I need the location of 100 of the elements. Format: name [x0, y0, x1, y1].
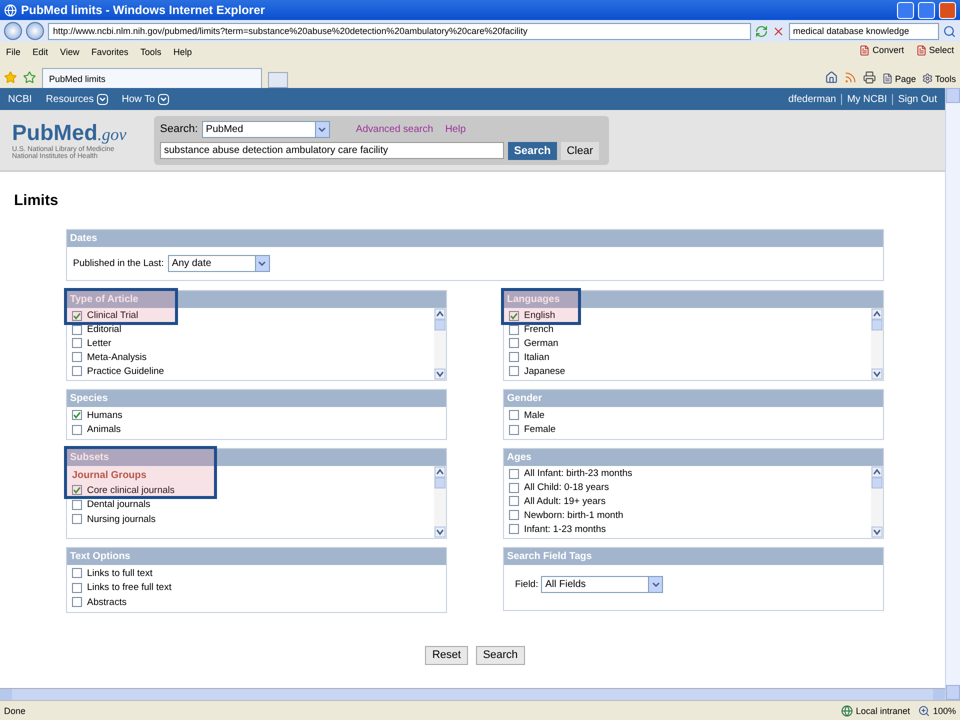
checkbox[interactable]	[509, 352, 519, 362]
checkbox[interactable]	[72, 485, 82, 496]
checkbox-label: Letter	[87, 338, 112, 349]
horizontal-scrollbar[interactable]	[0, 688, 945, 700]
scrollbar[interactable]	[871, 466, 883, 538]
toolbar-button[interactable]: Select	[928, 45, 954, 55]
settings-icon	[922, 73, 933, 84]
checkbox-label: Core clinical journals	[87, 484, 175, 496]
checkbox[interactable]	[72, 352, 82, 362]
scrollbar[interactable]	[434, 466, 446, 538]
page-title: Limits	[14, 192, 60, 209]
checkbox-label: Links to full text	[87, 568, 152, 579]
account-link[interactable]: My NCBI	[841, 94, 888, 104]
panel-title: Gender	[504, 390, 883, 407]
minimize-button[interactable]	[897, 2, 914, 18]
panel-title: Type of Article	[67, 291, 446, 308]
checkbox-label: Female	[524, 424, 556, 436]
account-link[interactable]: Sign Out	[892, 94, 937, 104]
stop-icon[interactable]	[772, 24, 785, 38]
checkbox[interactable]	[509, 410, 519, 420]
checkbox-label: Newborn: birth-1 month	[524, 510, 624, 521]
back-button[interactable]	[4, 22, 22, 40]
document-icon	[859, 44, 870, 56]
toolbar-button[interactable]: Tools	[934, 74, 956, 84]
clear-button[interactable]: Clear	[560, 142, 599, 160]
feed-icon[interactable]	[844, 71, 857, 84]
checkbox[interactable]	[509, 524, 519, 534]
checkbox-label: Editorial	[87, 324, 122, 336]
search-field[interactable]: medical database knowledge	[789, 22, 939, 40]
checkbox[interactable]	[72, 366, 82, 376]
checkbox[interactable]	[72, 568, 82, 578]
menu-item[interactable]: Edit	[32, 47, 48, 57]
search-icon[interactable]	[943, 24, 956, 38]
search-label: Search:	[160, 123, 198, 135]
zoom-icon	[918, 704, 930, 716]
checkbox-label: Clinical Trial	[87, 310, 138, 322]
checkbox[interactable]	[509, 496, 519, 506]
checkbox[interactable]	[72, 338, 82, 348]
checkbox[interactable]	[72, 582, 82, 593]
search-button[interactable]: Search	[508, 142, 557, 160]
home-icon[interactable]	[824, 71, 838, 84]
checkbox-label: Male	[524, 410, 545, 421]
close-button[interactable]	[939, 2, 956, 18]
pubmed-logo[interactable]: PubMed.gov	[12, 120, 140, 146]
checkbox[interactable]	[72, 410, 82, 420]
checkbox[interactable]	[509, 468, 519, 479]
checkbox[interactable]	[509, 338, 519, 348]
checkbox[interactable]	[72, 500, 82, 510]
panel-title: Search Field Tags	[504, 548, 883, 565]
checkbox-label: English	[524, 310, 556, 322]
panel-title: Languages	[504, 291, 883, 308]
scrollbar[interactable]	[434, 308, 446, 380]
header-link[interactable]: Advanced search	[356, 124, 434, 134]
address-field[interactable]: http://www.ncbi.nlm.nih.gov/pubmed/limits?term=substance%20abuse%20detection%20ambulatory%20care%20facility	[48, 22, 751, 40]
refresh-icon[interactable]	[755, 24, 768, 38]
checkbox[interactable]	[509, 510, 519, 520]
menu-item[interactable]: Help	[173, 47, 192, 57]
checkbox-label: All Infant: birth-23 months	[524, 468, 632, 480]
checkbox[interactable]	[72, 324, 82, 335]
maximize-button[interactable]	[918, 2, 935, 18]
checkbox[interactable]	[509, 310, 519, 321]
nav-menu[interactable]: How To	[122, 94, 155, 104]
checkbox[interactable]	[72, 424, 82, 435]
field-label: Published in the Last:	[73, 258, 164, 269]
menu-item[interactable]: File	[6, 47, 21, 57]
checkbox[interactable]	[509, 482, 519, 493]
zone-label: Local intranet	[856, 706, 910, 716]
add-favorite-icon[interactable]	[23, 71, 36, 84]
database-select[interactable]: PubMed	[202, 120, 330, 138]
date-select[interactable]: Any date	[168, 255, 270, 272]
checkbox[interactable]	[72, 310, 82, 321]
checkbox-label: Japanese	[524, 366, 566, 377]
query-field[interactable]: substance abuse detection ambulatory care facility	[160, 142, 504, 159]
vertical-scrollbar[interactable]	[945, 88, 960, 700]
toolbar-button[interactable]: Page	[894, 74, 916, 84]
checkbox[interactable]	[72, 597, 82, 608]
user-name: dfederman	[788, 94, 836, 104]
menu-item[interactable]: Tools	[140, 47, 162, 57]
checkbox[interactable]	[509, 324, 519, 335]
print-icon[interactable]	[862, 71, 876, 84]
form-button[interactable]: Search	[476, 646, 525, 664]
browser-tab[interactable]: PubMed limits	[42, 68, 262, 88]
checkbox[interactable]	[72, 514, 82, 524]
scrollbar[interactable]	[871, 308, 883, 380]
new-tab-button[interactable]	[268, 72, 288, 88]
panel-title: Species	[67, 390, 446, 407]
menu-item[interactable]: Favorites	[91, 47, 128, 57]
checkbox[interactable]	[509, 424, 519, 435]
zoom-level[interactable]: 100%	[932, 706, 956, 716]
form-button[interactable]: Reset	[425, 646, 468, 664]
page-icon	[882, 73, 893, 84]
menu-item[interactable]: View	[60, 47, 80, 57]
toolbar-button[interactable]: Convert	[872, 45, 904, 55]
nav-menu[interactable]: Resources	[46, 94, 94, 104]
favorites-icon[interactable]	[4, 71, 17, 84]
forward-button[interactable]	[26, 22, 44, 40]
header-link[interactable]: Help	[445, 124, 466, 134]
checkbox[interactable]	[509, 366, 519, 376]
ncbi-link[interactable]: NCBI	[8, 94, 32, 104]
field-select[interactable]: All Fields	[541, 576, 664, 593]
